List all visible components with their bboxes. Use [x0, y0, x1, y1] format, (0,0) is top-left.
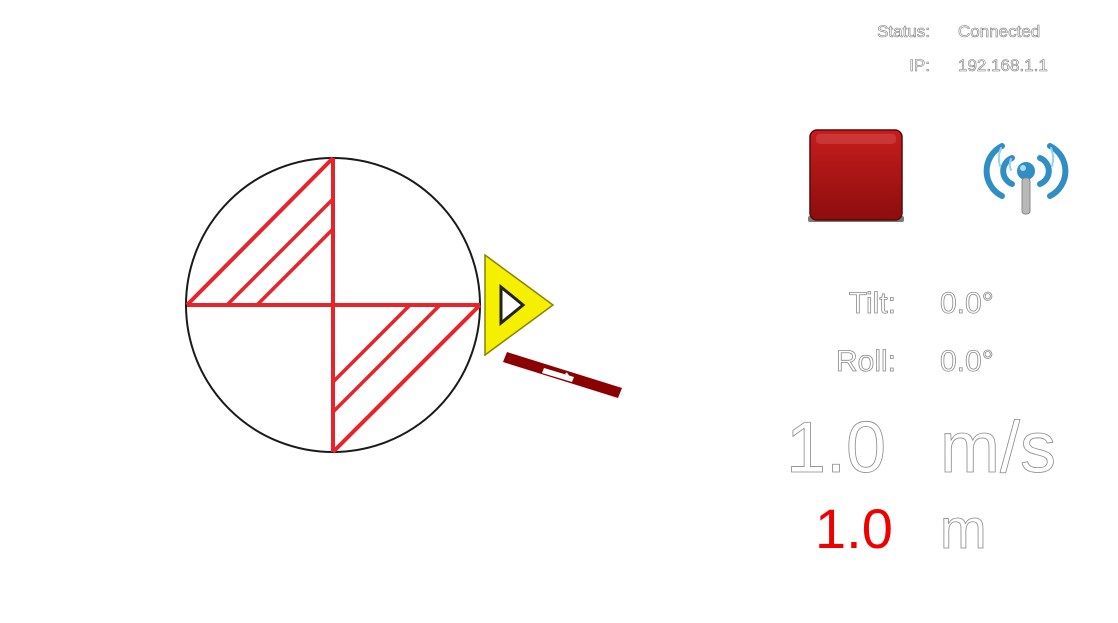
- speed-unit: m/s: [940, 408, 1057, 489]
- roll-label: Roll:: [835, 345, 897, 379]
- ip-address: IP: 192.168.1.1: [840, 56, 1080, 78]
- tilt-needle-icon: [503, 352, 622, 398]
- status-label: Status:: [877, 22, 931, 42]
- tilt-value: 0.0°: [940, 287, 994, 321]
- tilt-label: Tilt:: [848, 287, 896, 321]
- attitude-axes: [185, 156, 482, 454]
- ip-value: 192.168.1.1: [958, 56, 1048, 76]
- stop-square-icon: [808, 129, 904, 222]
- status-value: Connected: [958, 22, 1041, 42]
- stop-button[interactable]: [806, 128, 906, 228]
- distance-value: 1.0: [815, 497, 893, 560]
- connection-status: Status: Connected: [840, 22, 1080, 44]
- speed-value: 1.0: [786, 408, 887, 489]
- wireless-connect-button[interactable]: [980, 136, 1072, 216]
- distance-unit: m: [940, 497, 987, 561]
- wireless-signal-icon: [983, 143, 1069, 215]
- heading-marker-icon: [484, 253, 555, 357]
- ip-label: IP:: [909, 56, 930, 76]
- roll-value: 0.0°: [940, 345, 994, 379]
- orientation-gauge: [185, 156, 622, 454]
